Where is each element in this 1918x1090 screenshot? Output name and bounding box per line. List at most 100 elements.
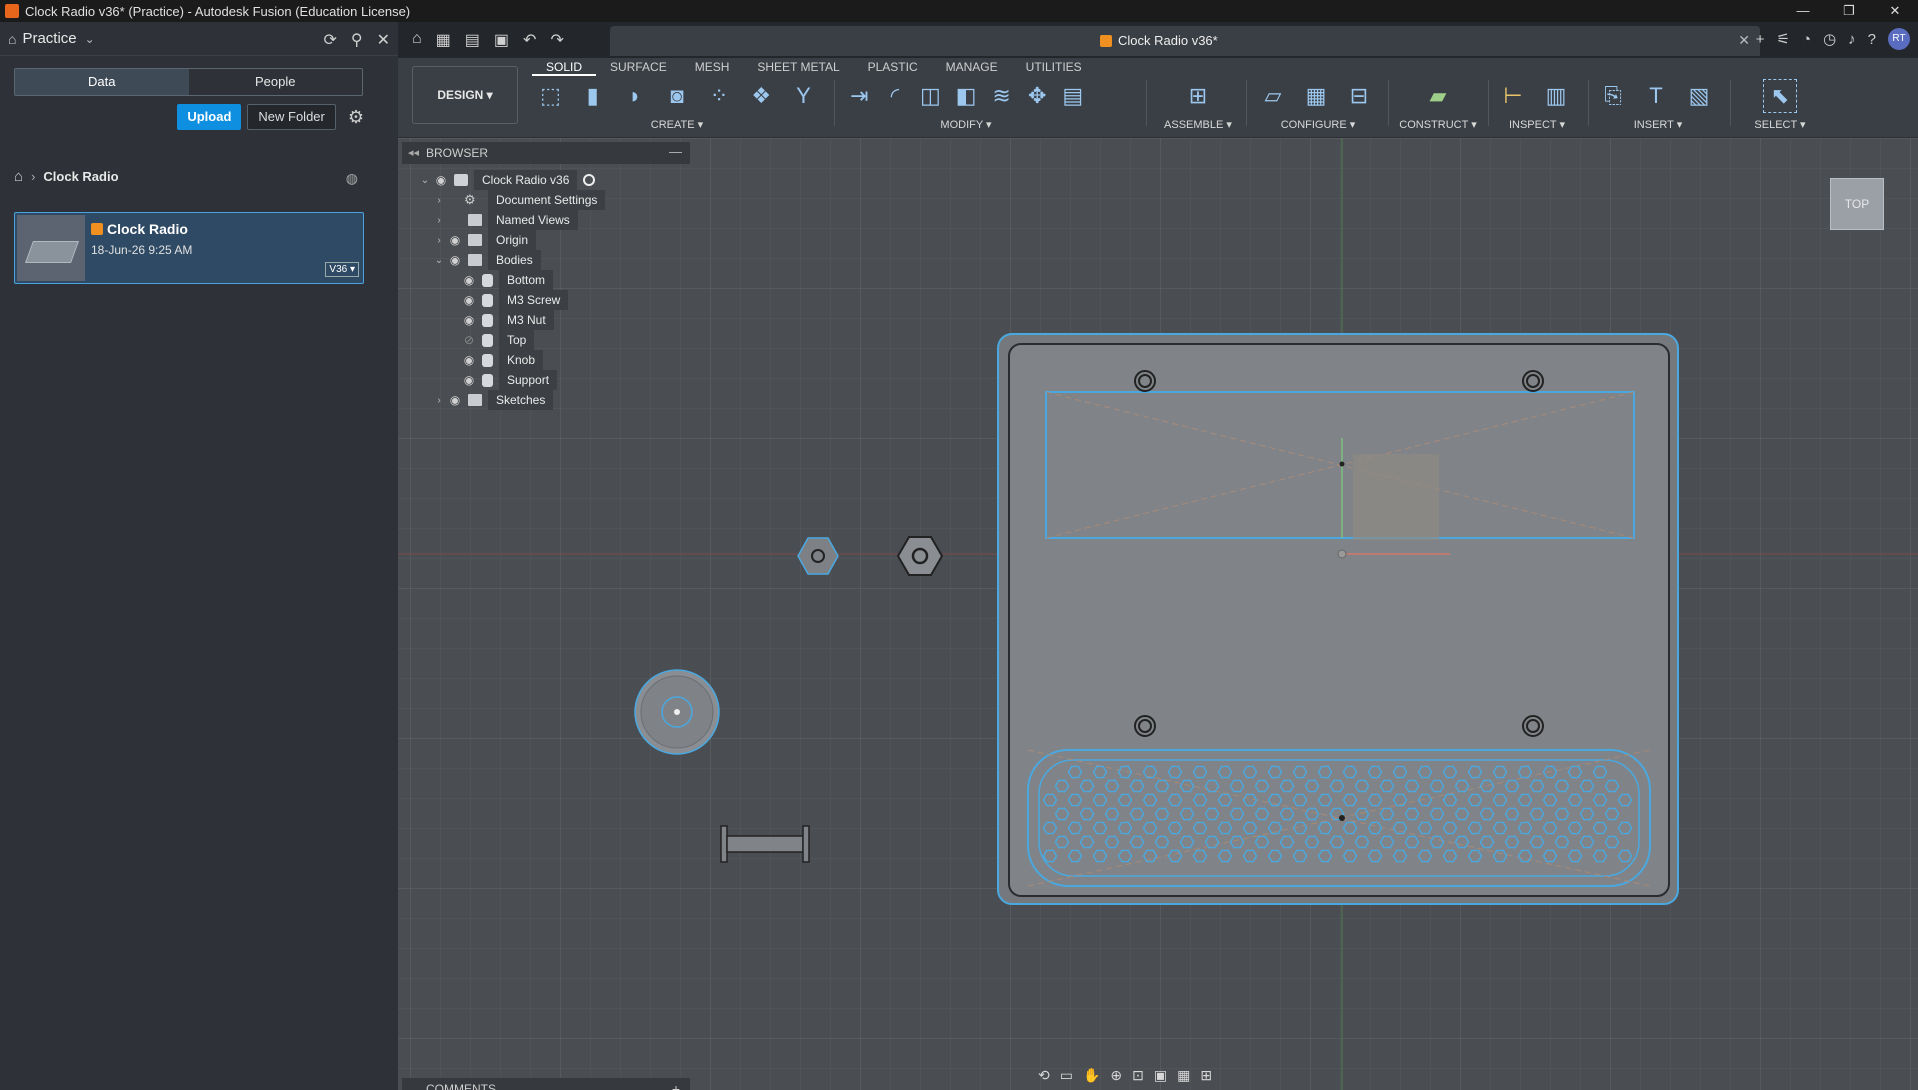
- comments-panel[interactable]: COMMENTS +: [402, 1078, 690, 1090]
- insert-text-icon[interactable]: T: [1639, 79, 1673, 113]
- tab-sheet-metal[interactable]: SHEET METAL: [743, 58, 853, 76]
- refresh-icon[interactable]: ⟳: [323, 30, 336, 50]
- visibility-eye-icon[interactable]: ◉: [432, 173, 450, 187]
- create-sketch-icon[interactable]: ⬚: [534, 79, 567, 113]
- select-menu[interactable]: SELECT ▾: [1738, 118, 1822, 131]
- new-folder-button[interactable]: New Folder: [247, 104, 336, 130]
- visibility-eye-icon[interactable]: ◉: [460, 293, 478, 307]
- chevron-right-icon[interactable]: ›: [432, 235, 446, 246]
- grid-menu-icon[interactable]: ▦: [436, 30, 451, 50]
- create-form-icon[interactable]: ❖: [745, 79, 778, 113]
- assemble-menu[interactable]: ASSEMBLE ▾: [1156, 118, 1240, 131]
- insert-svg-icon[interactable]: ⎘: [1596, 79, 1630, 113]
- split-face-icon[interactable]: ≋: [988, 79, 1015, 113]
- knob-body[interactable]: [634, 669, 720, 755]
- tree-item-named-views[interactable]: › Named Views: [432, 210, 578, 230]
- activate-component-icon[interactable]: [583, 174, 596, 186]
- configuration-rules-icon[interactable]: ⊟: [1342, 79, 1376, 113]
- support-nut-body[interactable]: [896, 536, 944, 576]
- maximize-button[interactable]: ❐: [1826, 0, 1872, 22]
- tree-item-body-m3-screw[interactable]: ◉ M3 Screw: [460, 290, 569, 310]
- canvas-viewport[interactable]: ◂◂ BROWSER — ⌄ ◉ Clock Radio v36 › ⚙ Doc…: [398, 138, 1918, 1090]
- visibility-eye-icon[interactable]: ◉: [460, 353, 478, 367]
- job-status-icon[interactable]: ◷: [1823, 30, 1836, 48]
- search-icon[interactable]: ⚲: [351, 30, 363, 50]
- configure-design-icon[interactable]: ▱: [1256, 79, 1290, 113]
- close-button[interactable]: ✕: [1872, 0, 1918, 22]
- tab-plastic[interactable]: PLASTIC: [854, 58, 932, 76]
- minimize-panel-icon[interactable]: —: [669, 144, 682, 159]
- pan-hand-icon[interactable]: ✋: [1083, 1067, 1100, 1084]
- fillet-icon[interactable]: ◜: [882, 79, 909, 113]
- chevron-down-icon[interactable]: ⌄: [432, 255, 446, 266]
- chevron-down-icon[interactable]: ⌄: [418, 175, 432, 186]
- chevron-right-icon[interactable]: ›: [432, 215, 446, 226]
- visibility-eye-icon[interactable]: ◉: [460, 273, 478, 287]
- align-icon[interactable]: ▤: [1059, 79, 1086, 113]
- tab-surface[interactable]: SURFACE: [596, 58, 681, 76]
- avatar[interactable]: RT: [1888, 28, 1910, 50]
- section-analysis-icon[interactable]: ▥: [1539, 79, 1573, 113]
- tab-mesh[interactable]: MESH: [681, 58, 744, 76]
- tab-solid[interactable]: SOLID: [532, 58, 597, 76]
- minimize-button[interactable]: —: [1780, 0, 1826, 22]
- add-tab-icon[interactable]: +: [1756, 31, 1765, 48]
- home-icon[interactable]: ⌂: [14, 168, 23, 185]
- zoom-icon[interactable]: ⊕: [1110, 1067, 1122, 1084]
- tree-item-bodies[interactable]: ⌄ ◉ Bodies: [432, 250, 541, 270]
- visibility-eye-icon[interactable]: ◉: [446, 393, 464, 407]
- tree-root[interactable]: ⌄ ◉ Clock Radio v36: [418, 170, 596, 190]
- tree-item-body-knob[interactable]: ◉ Knob: [460, 350, 544, 370]
- tree-item-body-top[interactable]: ⊘ Top: [460, 330, 535, 350]
- viewports-icon[interactable]: ⊞: [1200, 1067, 1212, 1084]
- globe-icon[interactable]: ◍: [346, 170, 358, 187]
- visibility-eye-icon[interactable]: ◉: [460, 313, 478, 327]
- extrude-icon[interactable]: ▮: [576, 79, 609, 113]
- inspect-menu[interactable]: INSPECT ▾: [1496, 118, 1578, 131]
- view-cube[interactable]: TOP: [1830, 178, 1884, 230]
- notifications-icon[interactable]: ♪: [1848, 31, 1856, 48]
- visibility-eye-icon[interactable]: ◉: [460, 373, 478, 387]
- configure-menu[interactable]: CONFIGURE ▾: [1256, 118, 1380, 131]
- redo-icon[interactable]: ↷: [550, 30, 563, 50]
- file-menu-icon[interactable]: ▤: [465, 30, 480, 50]
- pan-camera-icon[interactable]: ▭: [1060, 1067, 1073, 1084]
- undo-icon[interactable]: ↶: [523, 30, 536, 50]
- create-menu[interactable]: CREATE ▾: [534, 118, 820, 131]
- split-body-icon[interactable]: Y: [787, 79, 820, 113]
- help-icon[interactable]: ?: [1868, 31, 1876, 48]
- move-icon[interactable]: ✥: [1024, 79, 1051, 113]
- project-selector[interactable]: Practice: [22, 30, 76, 47]
- close-panel-icon[interactable]: ✕: [377, 30, 390, 50]
- insert-canvas-icon[interactable]: ▧: [1682, 79, 1716, 113]
- gear-icon[interactable]: ⚙: [348, 107, 364, 128]
- workspace-switcher[interactable]: DESIGN ▾: [412, 66, 518, 124]
- construct-menu[interactable]: CONSTRUCT ▾: [1396, 118, 1480, 131]
- visibility-eye-icon[interactable]: ◉: [446, 233, 464, 247]
- hole-icon[interactable]: ◙: [660, 79, 693, 113]
- chevron-down-icon[interactable]: ⌄: [85, 32, 95, 46]
- version-dropdown[interactable]: V36 ▾: [325, 262, 359, 277]
- add-comment-icon[interactable]: +: [672, 1078, 680, 1090]
- bottom-body[interactable]: [997, 333, 1679, 905]
- upload-button[interactable]: Upload: [177, 104, 242, 130]
- tab-data[interactable]: Data: [15, 69, 189, 95]
- breadcrumb-current[interactable]: Clock Radio: [43, 169, 118, 184]
- tree-item-body-support[interactable]: ◉ Support: [460, 370, 558, 390]
- display-settings-icon[interactable]: ▣: [1154, 1067, 1167, 1084]
- document-tab[interactable]: Clock Radio v36* ✕: [610, 26, 1760, 56]
- collapse-panel-icon[interactable]: ◂◂: [408, 146, 419, 159]
- select-icon[interactable]: ⬉: [1763, 79, 1797, 113]
- extensions-icon[interactable]: ⚟: [1777, 30, 1790, 48]
- measure-icon[interactable]: ⊢: [1496, 79, 1530, 113]
- tree-item-document-settings[interactable]: › ⚙ Document Settings: [432, 190, 606, 210]
- home-icon[interactable]: ⌂: [412, 30, 422, 50]
- hidden-eye-icon[interactable]: ⊘: [460, 333, 478, 347]
- view-cube-face[interactable]: TOP: [1845, 197, 1869, 211]
- close-icon[interactable]: ✕: [1738, 32, 1750, 49]
- tab-people[interactable]: People: [189, 69, 363, 95]
- chevron-right-icon[interactable]: ›: [432, 395, 446, 406]
- visibility-eye-icon[interactable]: ◉: [446, 253, 464, 267]
- tree-item-sketches[interactable]: › ◉ Sketches: [432, 390, 554, 410]
- combine-icon[interactable]: ◧: [953, 79, 980, 113]
